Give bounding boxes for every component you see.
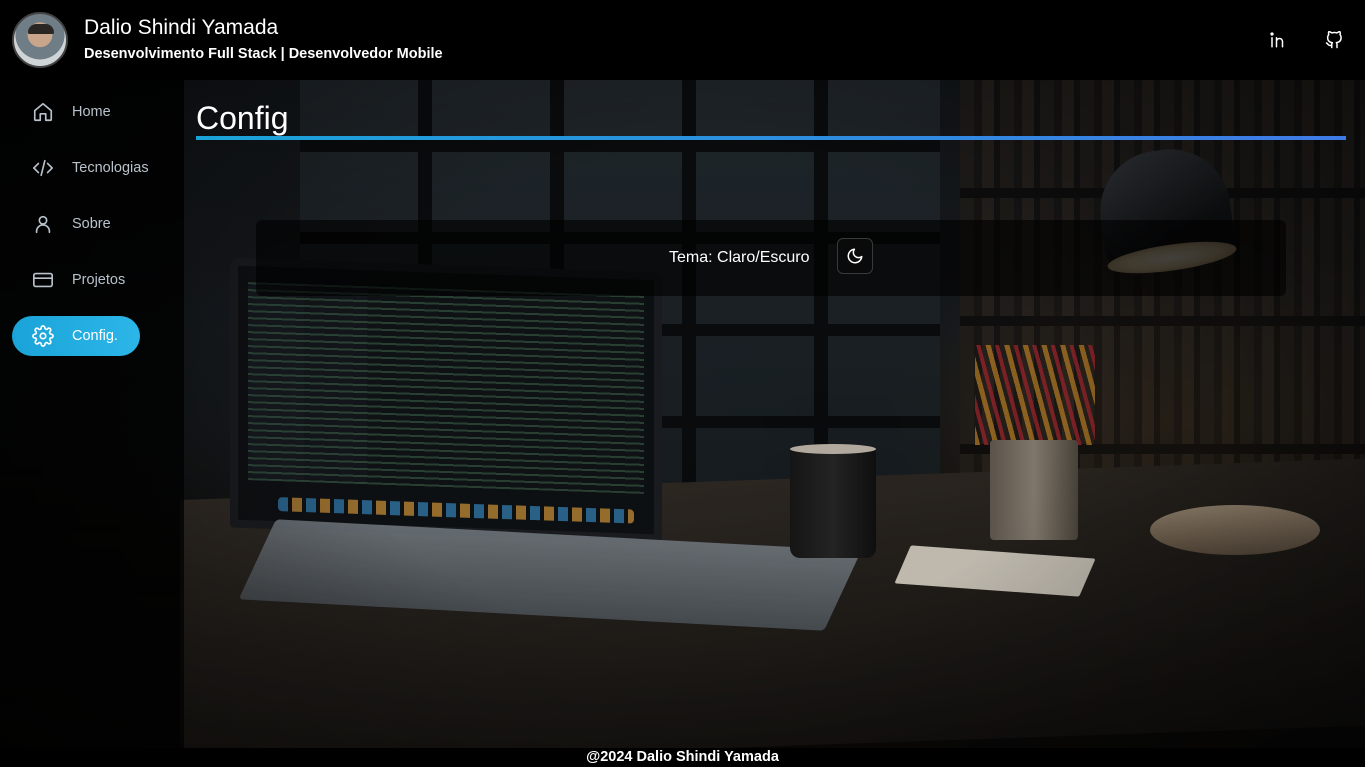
sidebar-item-sobre[interactable]: Sobre — [12, 204, 140, 244]
main-content: Config Tema: Claro/Escuro — [184, 80, 1365, 748]
sidebar-item-label: Config. — [72, 328, 118, 344]
code-icon — [33, 159, 53, 177]
theme-toggle-button[interactable] — [837, 238, 873, 274]
sidebar-item-label: Sobre — [72, 216, 111, 232]
home-icon — [33, 102, 53, 122]
header: Dalio Shindi Yamada Desenvolvimento Full… — [0, 0, 1365, 80]
title-divider — [196, 136, 1346, 140]
theme-settings-panel: Tema: Claro/Escuro — [256, 220, 1286, 296]
sidebar-item-projetos[interactable]: Projetos — [12, 260, 140, 300]
linkedin-icon — [1270, 32, 1284, 48]
sidebar-item-config[interactable]: Config. — [12, 316, 140, 356]
theme-label: Tema: Claro/Escuro — [669, 249, 810, 266]
card-icon — [33, 272, 53, 288]
sidebar-item-home[interactable]: Home — [12, 92, 140, 132]
github-icon — [1325, 31, 1342, 49]
user-icon — [35, 215, 51, 234]
footer-text: @2024 Dalio Shindi Yamada — [586, 749, 779, 765]
footer: @2024 Dalio Shindi Yamada — [0, 748, 1365, 767]
gear-icon — [32, 325, 54, 347]
profile-name: Dalio Shindi Yamada — [84, 16, 279, 39]
avatar — [12, 12, 68, 68]
sidebar: Home Tecnologias Sobre Projetos Config. — [0, 80, 184, 767]
linkedin-link[interactable] — [1266, 28, 1290, 52]
sidebar-item-tecnologias[interactable]: Tecnologias — [12, 148, 149, 188]
sidebar-item-label: Home — [72, 104, 111, 120]
page: Dalio Shindi Yamada Desenvolvimento Full… — [0, 0, 1365, 767]
profile-subtitle: Desenvolvimento Full Stack | Desenvolved… — [84, 46, 443, 62]
sidebar-item-label: Projetos — [72, 272, 126, 288]
github-link[interactable] — [1322, 28, 1346, 52]
moon-icon — [847, 248, 863, 264]
page-title: Config — [196, 100, 289, 136]
sidebar-item-label: Tecnologias — [72, 160, 149, 176]
